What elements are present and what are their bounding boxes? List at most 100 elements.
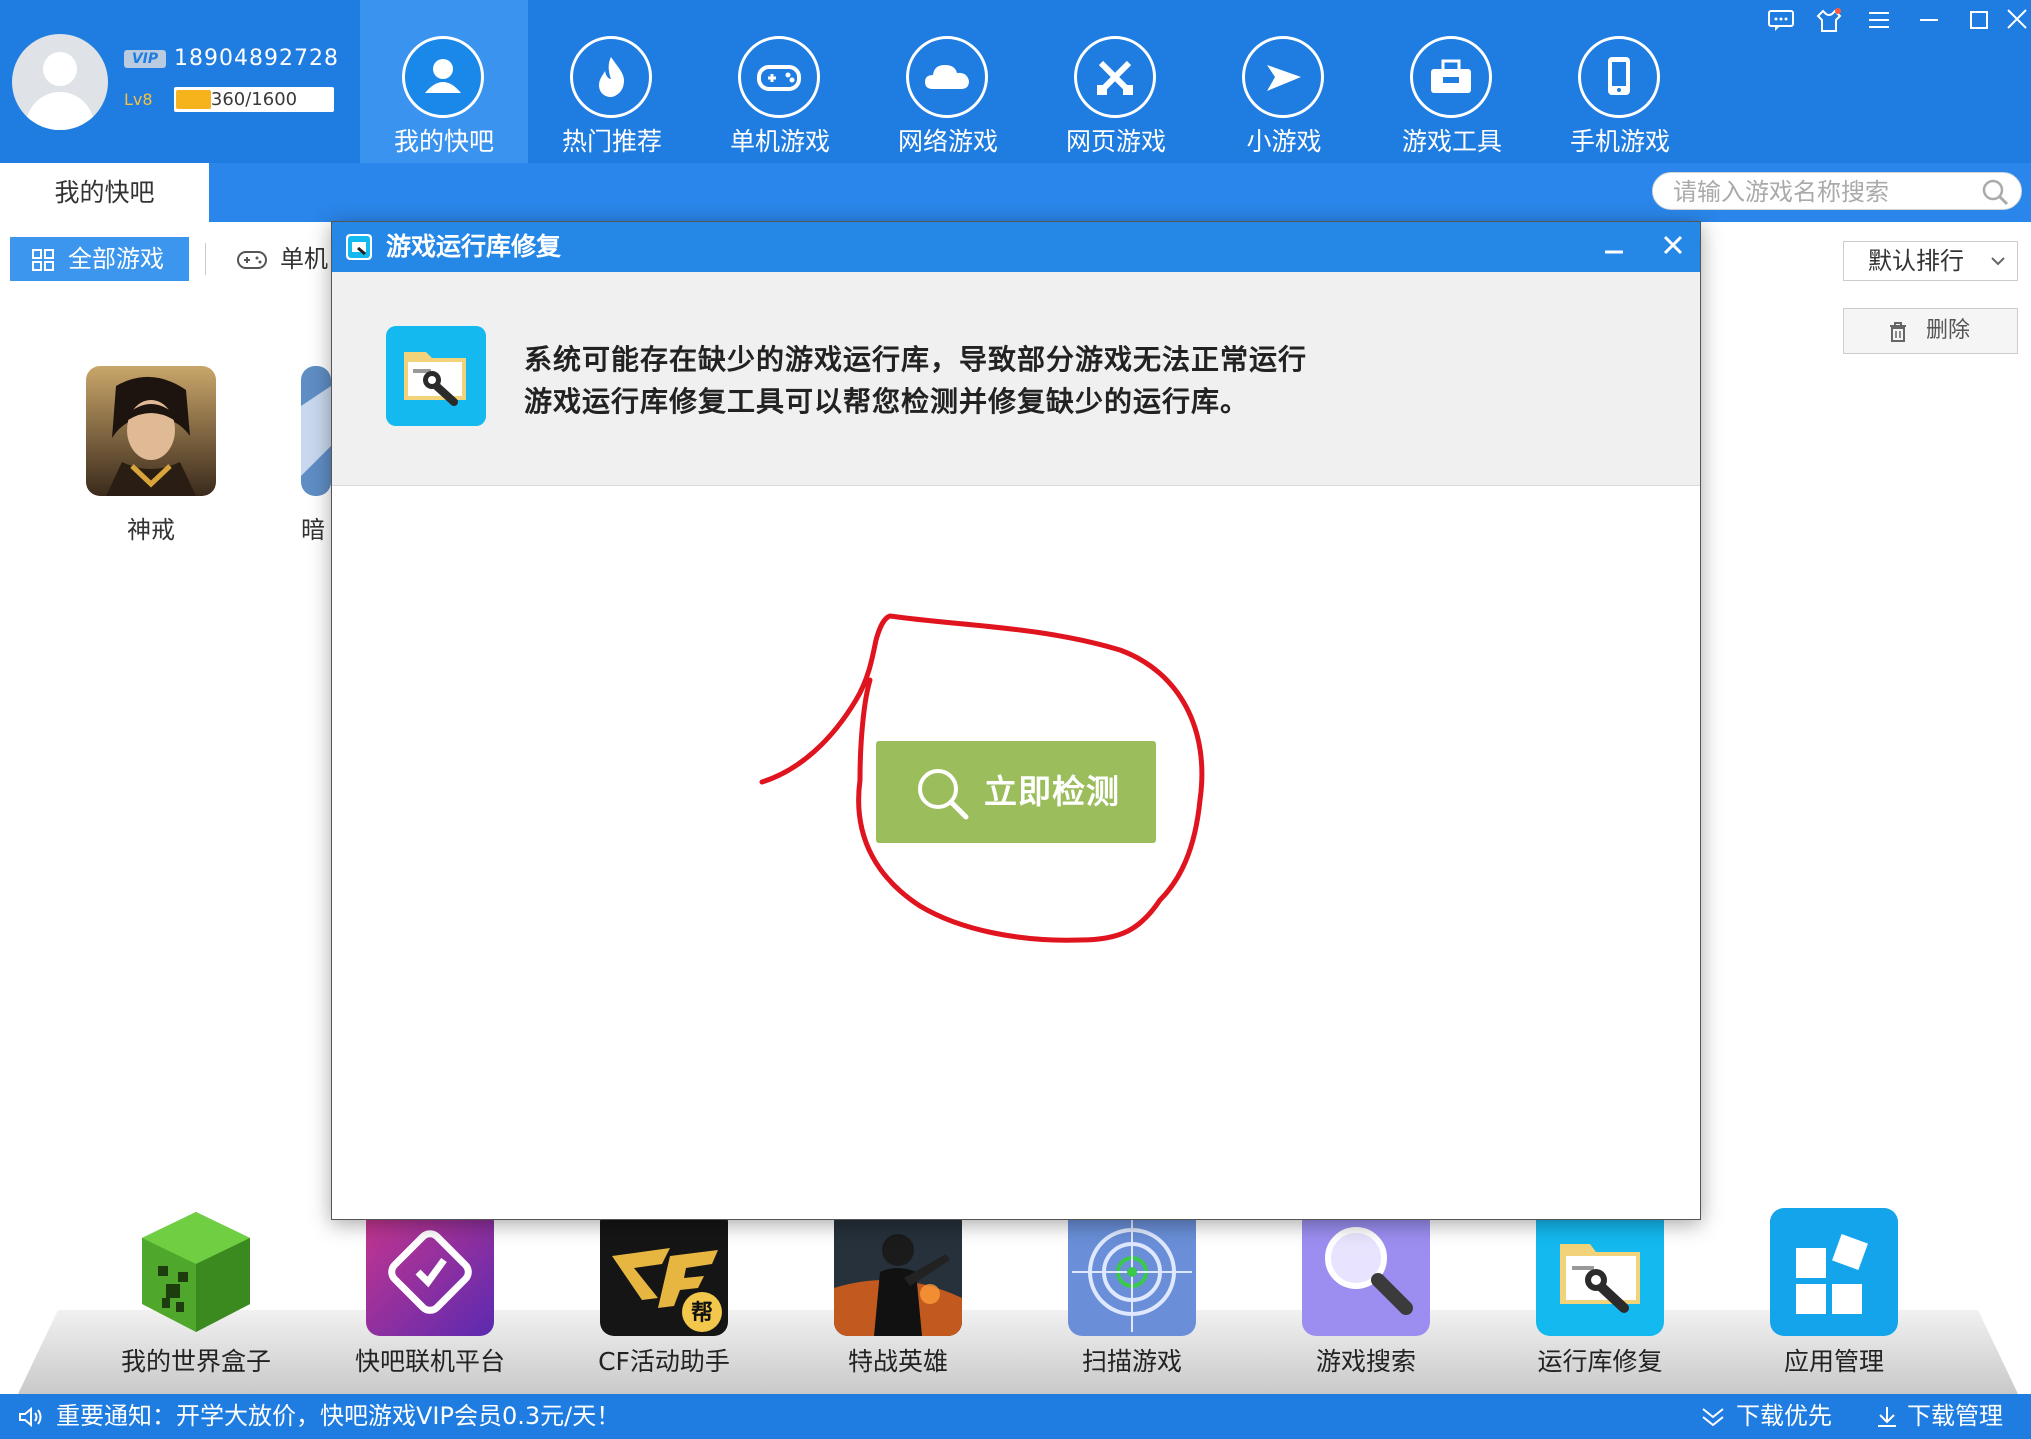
nav-label: 游戏工具 xyxy=(1401,127,1502,156)
dock-game-search[interactable]: 游戏搜索 xyxy=(1266,1208,1466,1378)
info-text-line1: 系统可能存在缺少的游戏运行库，导致部分游戏无法正常运行 xyxy=(524,343,1308,376)
maximize-icon[interactable] xyxy=(1959,8,1999,40)
app-grid-icon xyxy=(1770,1208,1898,1336)
vip-badge: VIP xyxy=(124,50,166,68)
top-header: VIP 18904892728 Lv8 360/1600 我的快吧 热门推荐 单… xyxy=(0,0,2031,222)
nav-online-games[interactable]: 网络游戏 xyxy=(864,0,1032,163)
skin-icon[interactable] xyxy=(1809,8,1849,40)
user-icon xyxy=(402,36,484,118)
dialog-minimize-icon[interactable] xyxy=(1587,222,1641,272)
nav-label: 单机游戏 xyxy=(729,127,830,156)
game-tile-shenjie[interactable] xyxy=(86,366,216,496)
double-chevron-down-icon xyxy=(1702,1408,1724,1427)
sort-dropdown[interactable]: 默认排行 xyxy=(1843,241,2018,281)
filter-divider xyxy=(205,243,206,275)
minecraft-creeper-icon xyxy=(132,1208,260,1336)
nav-web-games[interactable]: 网页游戏 xyxy=(1032,0,1200,163)
sort-selected: 默认排行 xyxy=(1868,247,1964,275)
info-text-line2: 游戏运行库修复工具可以帮您检测并修复缺少的运行库。 xyxy=(524,385,1250,418)
dock-label: 应用管理 xyxy=(1783,1347,1884,1376)
filter-single-games[interactable]: 单机 xyxy=(236,237,328,281)
menu-icon[interactable] xyxy=(1859,8,1899,40)
nav-mobile-games[interactable]: 手机游戏 xyxy=(1536,0,1704,163)
dock-label: 快吧联机平台 xyxy=(354,1347,505,1376)
folder-wrench-icon xyxy=(346,234,372,260)
dock-label: CF活动助手 xyxy=(598,1347,730,1376)
trash-icon xyxy=(1890,322,1906,342)
download-icon xyxy=(1878,1407,1896,1427)
feedback-icon[interactable] xyxy=(1761,8,1801,40)
link-platform-icon xyxy=(366,1208,494,1336)
folder-wrench-icon xyxy=(386,326,486,426)
app-window: VIP 18904892728 Lv8 360/1600 我的快吧 热门推荐 单… xyxy=(0,0,2031,1439)
dock-minecraft-box[interactable]: 我的世界盒子 xyxy=(96,1208,296,1378)
gamepad-icon xyxy=(738,36,820,118)
detect-now-button[interactable]: 立即检测 xyxy=(876,741,1156,843)
search-input[interactable] xyxy=(1673,177,1973,207)
notice[interactable]: 重要通知：开学大放价，快吧游戏VIP会员0.3元/天！ xyxy=(18,1394,620,1439)
nav-single-games[interactable]: 单机游戏 xyxy=(696,0,864,163)
chevron-down-icon xyxy=(1991,257,2005,266)
dock-scan-games[interactable]: 扫描游戏 xyxy=(1032,1208,1232,1378)
paper-plane-icon xyxy=(1242,36,1324,118)
dock-special-forces[interactable]: 特战英雄 xyxy=(798,1208,998,1378)
download-manage-button[interactable]: 下载管理 xyxy=(1875,1394,2003,1439)
exp-progress-text: 360/1600 xyxy=(210,89,298,110)
speaker-icon xyxy=(19,1406,42,1428)
download-priority-label: 下载优先 xyxy=(1736,1402,1832,1430)
nav-label: 网络游戏 xyxy=(897,127,998,156)
status-bar: 重要通知：开学大放价，快吧游戏VIP会员0.3元/天！ 下载优先 下载管理 xyxy=(0,1394,2031,1439)
grid-icon xyxy=(32,249,54,271)
soldier-icon xyxy=(834,1208,962,1336)
avatar[interactable] xyxy=(12,34,108,130)
dialog-titlebar[interactable]: 游戏运行库修复 xyxy=(332,222,1700,272)
window-controls xyxy=(1761,8,2031,40)
cloud-icon xyxy=(906,36,988,118)
dock-label: 特战英雄 xyxy=(847,1347,948,1376)
toolbox-icon xyxy=(1410,36,1492,118)
nav-label: 热门推荐 xyxy=(561,127,662,156)
dock-runtime-repair[interactable]: 运行库修复 xyxy=(1500,1208,1700,1378)
notice-text: 重要通知：开学大放价，快吧游戏VIP会员0.3元/天！ xyxy=(56,1402,621,1430)
dock-label: 运行库修复 xyxy=(1537,1347,1663,1376)
download-priority-button[interactable]: 下载优先 xyxy=(1700,1394,1832,1439)
delete-label: 删除 xyxy=(1926,318,1971,343)
filter-all-label: 全部游戏 xyxy=(68,245,164,273)
dialog-close-icon[interactable] xyxy=(1646,222,1700,272)
dock-link-platform[interactable]: 快吧联机平台 xyxy=(330,1208,530,1378)
nav-mini-games[interactable]: 小游戏 xyxy=(1200,0,1368,163)
filter-single-label: 单机 xyxy=(280,245,328,273)
tab-my-kuaiba[interactable]: 我的快吧 xyxy=(0,163,209,222)
game-tile-partial[interactable] xyxy=(301,366,331,496)
nav-label: 网页游戏 xyxy=(1065,127,1166,156)
gamepad-icon xyxy=(237,251,267,269)
nav-my-kuaiba[interactable]: 我的快吧 xyxy=(360,0,528,163)
dock-app-manage[interactable]: 应用管理 xyxy=(1734,1208,1934,1378)
game-label: 暗 xyxy=(301,516,325,544)
search-icon xyxy=(918,769,969,820)
nav-hot-recommend[interactable]: 热门推荐 xyxy=(528,0,696,163)
user-level: Lv8 xyxy=(124,90,153,109)
exp-progress-bar: 360/1600 xyxy=(174,87,334,112)
nav-label: 手机游戏 xyxy=(1569,127,1670,156)
close-icon[interactable] xyxy=(1997,8,2031,40)
dock-label: 扫描游戏 xyxy=(1081,1347,1182,1376)
radar-scan-icon xyxy=(1068,1208,1196,1336)
phone-icon xyxy=(1578,36,1660,118)
filter-all-games[interactable]: 全部游戏 xyxy=(10,237,189,281)
nav-game-tools[interactable]: 游戏工具 xyxy=(1368,0,1536,163)
search-box xyxy=(1652,172,2022,210)
search-icon[interactable] xyxy=(1981,178,2009,206)
nav-label: 我的快吧 xyxy=(393,127,494,156)
svg-text:帮: 帮 xyxy=(691,1300,713,1326)
dock-label: 我的世界盒子 xyxy=(120,1347,271,1376)
user-phone: 18904892728 xyxy=(174,46,339,71)
cf-logo-icon: 帮 xyxy=(600,1208,728,1336)
minimize-icon[interactable] xyxy=(1909,8,1949,40)
dock-cf-assistant[interactable]: 帮 CF活动助手 xyxy=(564,1208,764,1378)
detect-now-label: 立即检测 xyxy=(984,772,1120,811)
delete-button[interactable]: 删除 xyxy=(1843,308,2018,354)
dock-label: 游戏搜索 xyxy=(1315,1347,1416,1376)
runtime-repair-dialog: 游戏运行库修复 系统可能存在缺少的游戏运行库，导致部分游戏无法正常运行 游戏运行… xyxy=(331,221,1701,1220)
download-manage-label: 下载管理 xyxy=(1907,1402,2003,1430)
